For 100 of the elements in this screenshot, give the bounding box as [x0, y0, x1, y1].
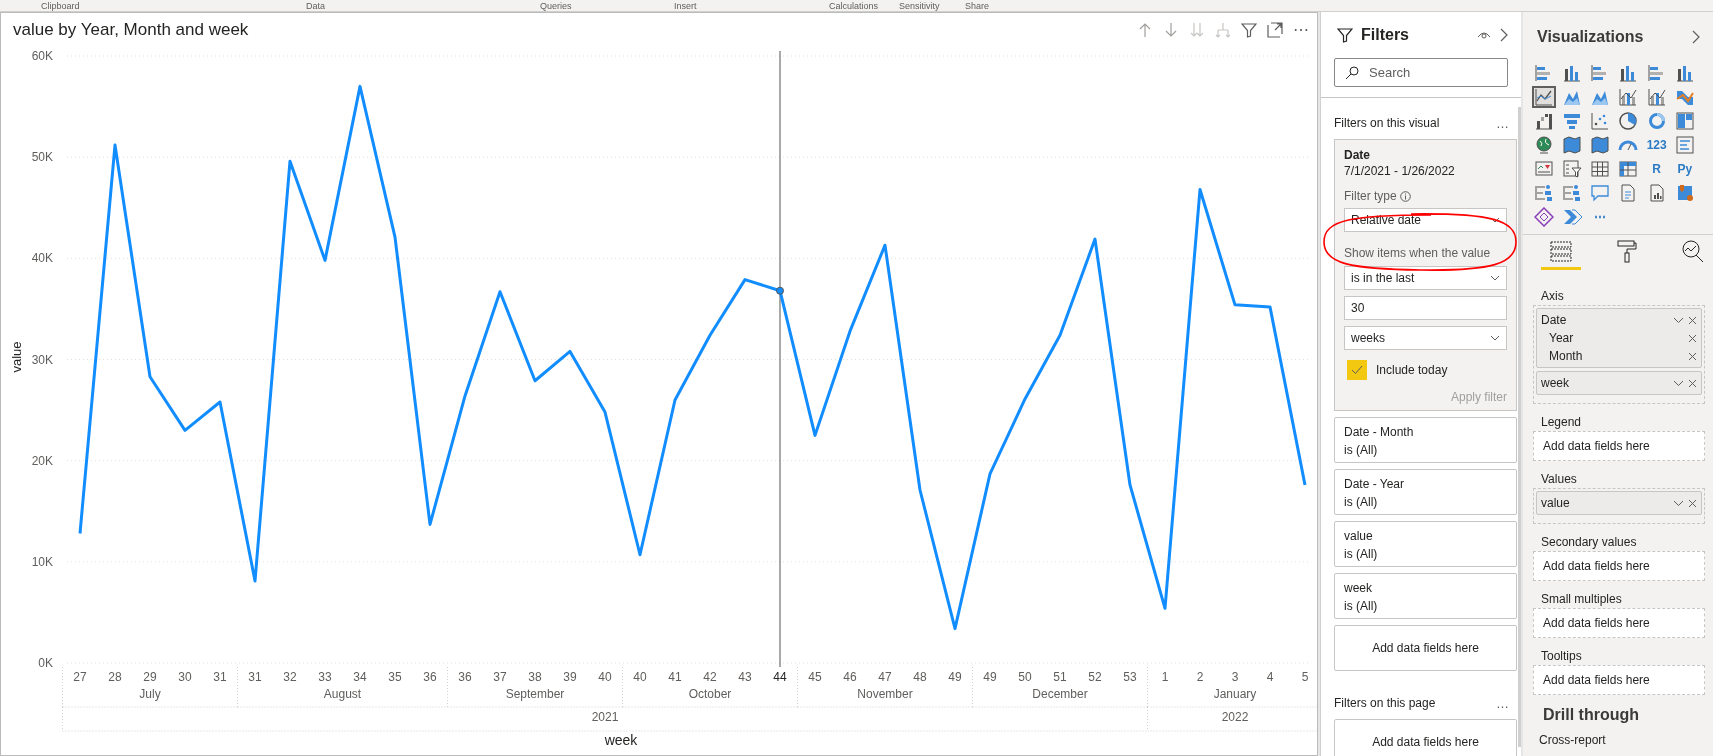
x-axis-label: 35 [388, 670, 402, 684]
waterfall-chart-icon[interactable] [1534, 111, 1554, 131]
ribbon-group-label: Clipboard [41, 1, 80, 11]
remove-icon[interactable] [1688, 333, 1697, 343]
visual-type-icon[interactable]: ⋯ [1593, 211, 1608, 223]
x-axis-label: 45 [808, 670, 822, 684]
double-chevron-icon[interactable] [1562, 207, 1583, 227]
column-chart-icon[interactable] [1674, 63, 1695, 83]
selected-visual-icon[interactable] [1532, 86, 1556, 108]
chevron-right-icon[interactable] [1691, 30, 1701, 44]
x-axis-label: 4 [1266, 670, 1274, 684]
more-options-icon[interactable]: … [1496, 116, 1509, 130]
x-axis-label: 47 [878, 670, 892, 684]
month-label: July [139, 687, 161, 701]
x-axis-label: 31 [248, 670, 262, 684]
field-name: value [1541, 495, 1571, 512]
filter-card[interactable]: Date - Month is (All) [1334, 417, 1517, 463]
funnel-icon[interactable] [1562, 111, 1583, 131]
pie-chart-icon[interactable] [1618, 111, 1639, 131]
x-axis-label: 33 [318, 670, 332, 684]
diamond-icon[interactable] [1534, 207, 1554, 227]
remove-icon[interactable] [1688, 498, 1697, 508]
section-title: Filters on this page [1334, 695, 1437, 712]
visual-type-icon[interactable]: Py [1676, 163, 1694, 175]
drop-zone[interactable]: Add data fields here [1533, 431, 1705, 461]
x-axis-label: 36 [458, 670, 472, 684]
field-pill[interactable]: week [1536, 371, 1702, 395]
filter-card[interactable]: week is (All) [1334, 573, 1517, 619]
checkbox-label: Include today [1376, 362, 1448, 379]
more-options-icon[interactable]: … [1496, 696, 1509, 710]
table-icon[interactable] [1590, 159, 1611, 179]
kpi-icon[interactable] [1534, 159, 1554, 179]
remove-icon[interactable] [1688, 315, 1697, 325]
pane-title: Visualizations [1537, 27, 1645, 47]
month-label: September [505, 687, 565, 701]
x-axis-label: 3 [1231, 670, 1239, 684]
field-pill[interactable]: value [1536, 491, 1702, 515]
filter-state: is (All) [1344, 546, 1379, 563]
well-label: Tooltips [1540, 648, 1583, 663]
arrow-up-icon[interactable] [1137, 22, 1153, 38]
x-axis-label: 30 [178, 670, 192, 684]
drop-zone[interactable]: Add data fields here [1334, 719, 1517, 756]
y-axis-label: 0K [38, 656, 53, 670]
column-chart-icon[interactable] [1562, 63, 1583, 83]
filter-icon[interactable] [1241, 22, 1257, 38]
treemap-icon[interactable] [1674, 111, 1695, 131]
drop-zone[interactable]: Add data fields here [1533, 665, 1705, 695]
column-chart-icon[interactable] [1618, 63, 1639, 83]
y-axis-label: 20K [31, 453, 53, 468]
arrow-down-icon[interactable] [1163, 22, 1179, 38]
combo-chart-icon[interactable] [1646, 87, 1667, 107]
map-icon[interactable] [1590, 135, 1611, 155]
matrix-icon[interactable] [1618, 159, 1639, 179]
x-axis-label: 29 [143, 670, 157, 684]
well-label: Legend [1540, 414, 1583, 429]
x-axis-label: 1 [1161, 670, 1169, 684]
x-axis-label: 48 [913, 670, 927, 684]
filter-card[interactable]: Date - Year is (All) [1334, 469, 1517, 515]
checkbox[interactable] [1347, 360, 1367, 380]
drop-zone[interactable]: Add data fields here [1533, 608, 1705, 638]
slicer-icon[interactable] [1562, 159, 1583, 179]
hover-point-marker [776, 286, 784, 295]
combo-chart-icon[interactable] [1618, 87, 1639, 107]
search-field[interactable]: Search [1334, 58, 1508, 87]
filter-state: is (All) [1344, 494, 1379, 511]
month-label: October [688, 687, 732, 701]
drop-zone[interactable]: Add data fields here [1334, 625, 1517, 671]
chevron-down-icon[interactable] [1673, 499, 1684, 507]
x-axis-label: 28 [108, 670, 122, 684]
scatter-chart-icon[interactable] [1590, 111, 1611, 131]
chevron-right-icon[interactable] [1499, 28, 1509, 42]
y-axis-label: 50K [31, 150, 53, 165]
y-axis-label: 40K [31, 251, 53, 266]
x-axis-label: 53 [1123, 670, 1137, 684]
remove-icon[interactable] [1688, 351, 1697, 361]
number-field[interactable]: 30 [1344, 296, 1507, 320]
filter-card[interactable]: value is (All) [1334, 521, 1517, 567]
dropdown[interactable]: weeks [1344, 326, 1507, 350]
y-axis-label: 10K [31, 554, 53, 569]
globe-icon[interactable] [1534, 135, 1554, 155]
focus-mode-icon[interactable] [1267, 22, 1283, 38]
x-axis-label: 52 [1088, 670, 1102, 684]
remove-icon[interactable] [1688, 378, 1697, 388]
donut-chart-icon[interactable] [1646, 111, 1667, 131]
visual-type-icon[interactable]: R [1651, 163, 1662, 175]
chevron-down-icon[interactable] [1673, 379, 1684, 387]
hierarchy-icon[interactable] [1534, 183, 1554, 203]
x-axis-label: 39 [563, 670, 577, 684]
well-label: Small multiples [1540, 591, 1623, 606]
filter-card-title: value [1344, 528, 1374, 545]
ribbon-group-label: Data [306, 1, 325, 11]
fields-icon [1549, 239, 1573, 263]
drop-zone[interactable]: Add data fields here [1533, 551, 1705, 581]
field-pill[interactable]: Date Year Month [1536, 308, 1702, 368]
map-icon[interactable] [1562, 135, 1583, 155]
dropdown[interactable]: is in the last [1344, 266, 1507, 290]
more-options-icon[interactable]: ⋯ [1293, 22, 1309, 38]
eye-icon[interactable] [1477, 29, 1491, 41]
visual-type-icon[interactable]: 123 [1645, 139, 1668, 151]
chevron-down-icon[interactable] [1673, 316, 1684, 324]
